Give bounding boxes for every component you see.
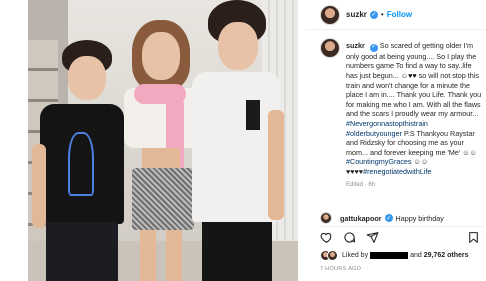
person-right: [186, 0, 286, 281]
redacted-username: [370, 252, 409, 259]
person-left: [32, 40, 124, 281]
header-separator: •: [380, 10, 384, 19]
post-header: suzkr ✓ • Follow: [306, 0, 486, 30]
post-photo[interactable]: [28, 0, 298, 281]
follow-button[interactable]: Follow: [387, 10, 412, 19]
bookmark-icon[interactable]: [467, 231, 480, 244]
post-timestamp[interactable]: 7 HOURS AGO: [320, 266, 361, 272]
hashtag-link[interactable]: #olderbutyounger: [346, 129, 402, 138]
verified-badge-icon: ✓: [384, 214, 393, 222]
caption-text: suzkr ✓ So scared of getting older I'm o…: [346, 41, 484, 190]
hashtag-link[interactable]: #renegotiatedwithLife: [363, 167, 431, 176]
hashtag-link[interactable]: #CountingmyGraces: [346, 157, 412, 166]
verified-badge-icon: ✓: [369, 10, 378, 19]
caption-username[interactable]: suzkr: [346, 41, 365, 50]
heart-emoji-icon: ♥♥: [408, 70, 417, 80]
verified-badge-icon: ✓: [369, 43, 378, 52]
post-sidebar: suzkr ✓ • Follow suzkr ✓ So scared of ge…: [306, 0, 486, 281]
liker-avatar[interactable]: [327, 250, 338, 261]
share-icon[interactable]: [366, 231, 379, 244]
family-emoji-icon: ☺☺: [462, 147, 477, 157]
caption-avatar[interactable]: [320, 38, 340, 58]
post-username[interactable]: suzkr: [346, 10, 367, 19]
heart-icon[interactable]: [320, 231, 333, 244]
comment-icon[interactable]: [343, 231, 356, 244]
likes-summary: Liked by and 29,762 others: [320, 250, 484, 261]
likes-count[interactable]: 29,762 others: [424, 252, 469, 259]
hashtag-link[interactable]: #Nevergonnastopthistrain: [346, 119, 428, 128]
comment-avatar[interactable]: [320, 212, 332, 224]
smile-emoji-icon: ☺: [400, 70, 409, 80]
likes-and: and: [410, 252, 422, 259]
comment-text: Happy birthday: [395, 213, 444, 223]
comment-username[interactable]: gattukapoor: [340, 214, 382, 223]
edited-label: Edited · 6h: [346, 181, 376, 188]
comment-row: gattukapoor ✓ Happy birthday: [320, 212, 484, 224]
caption: suzkr ✓ So scared of getting older I'm o…: [320, 38, 484, 210]
action-bar: [320, 226, 484, 244]
avatar[interactable]: [320, 4, 340, 25]
likes-prefix: Liked by: [342, 252, 369, 259]
